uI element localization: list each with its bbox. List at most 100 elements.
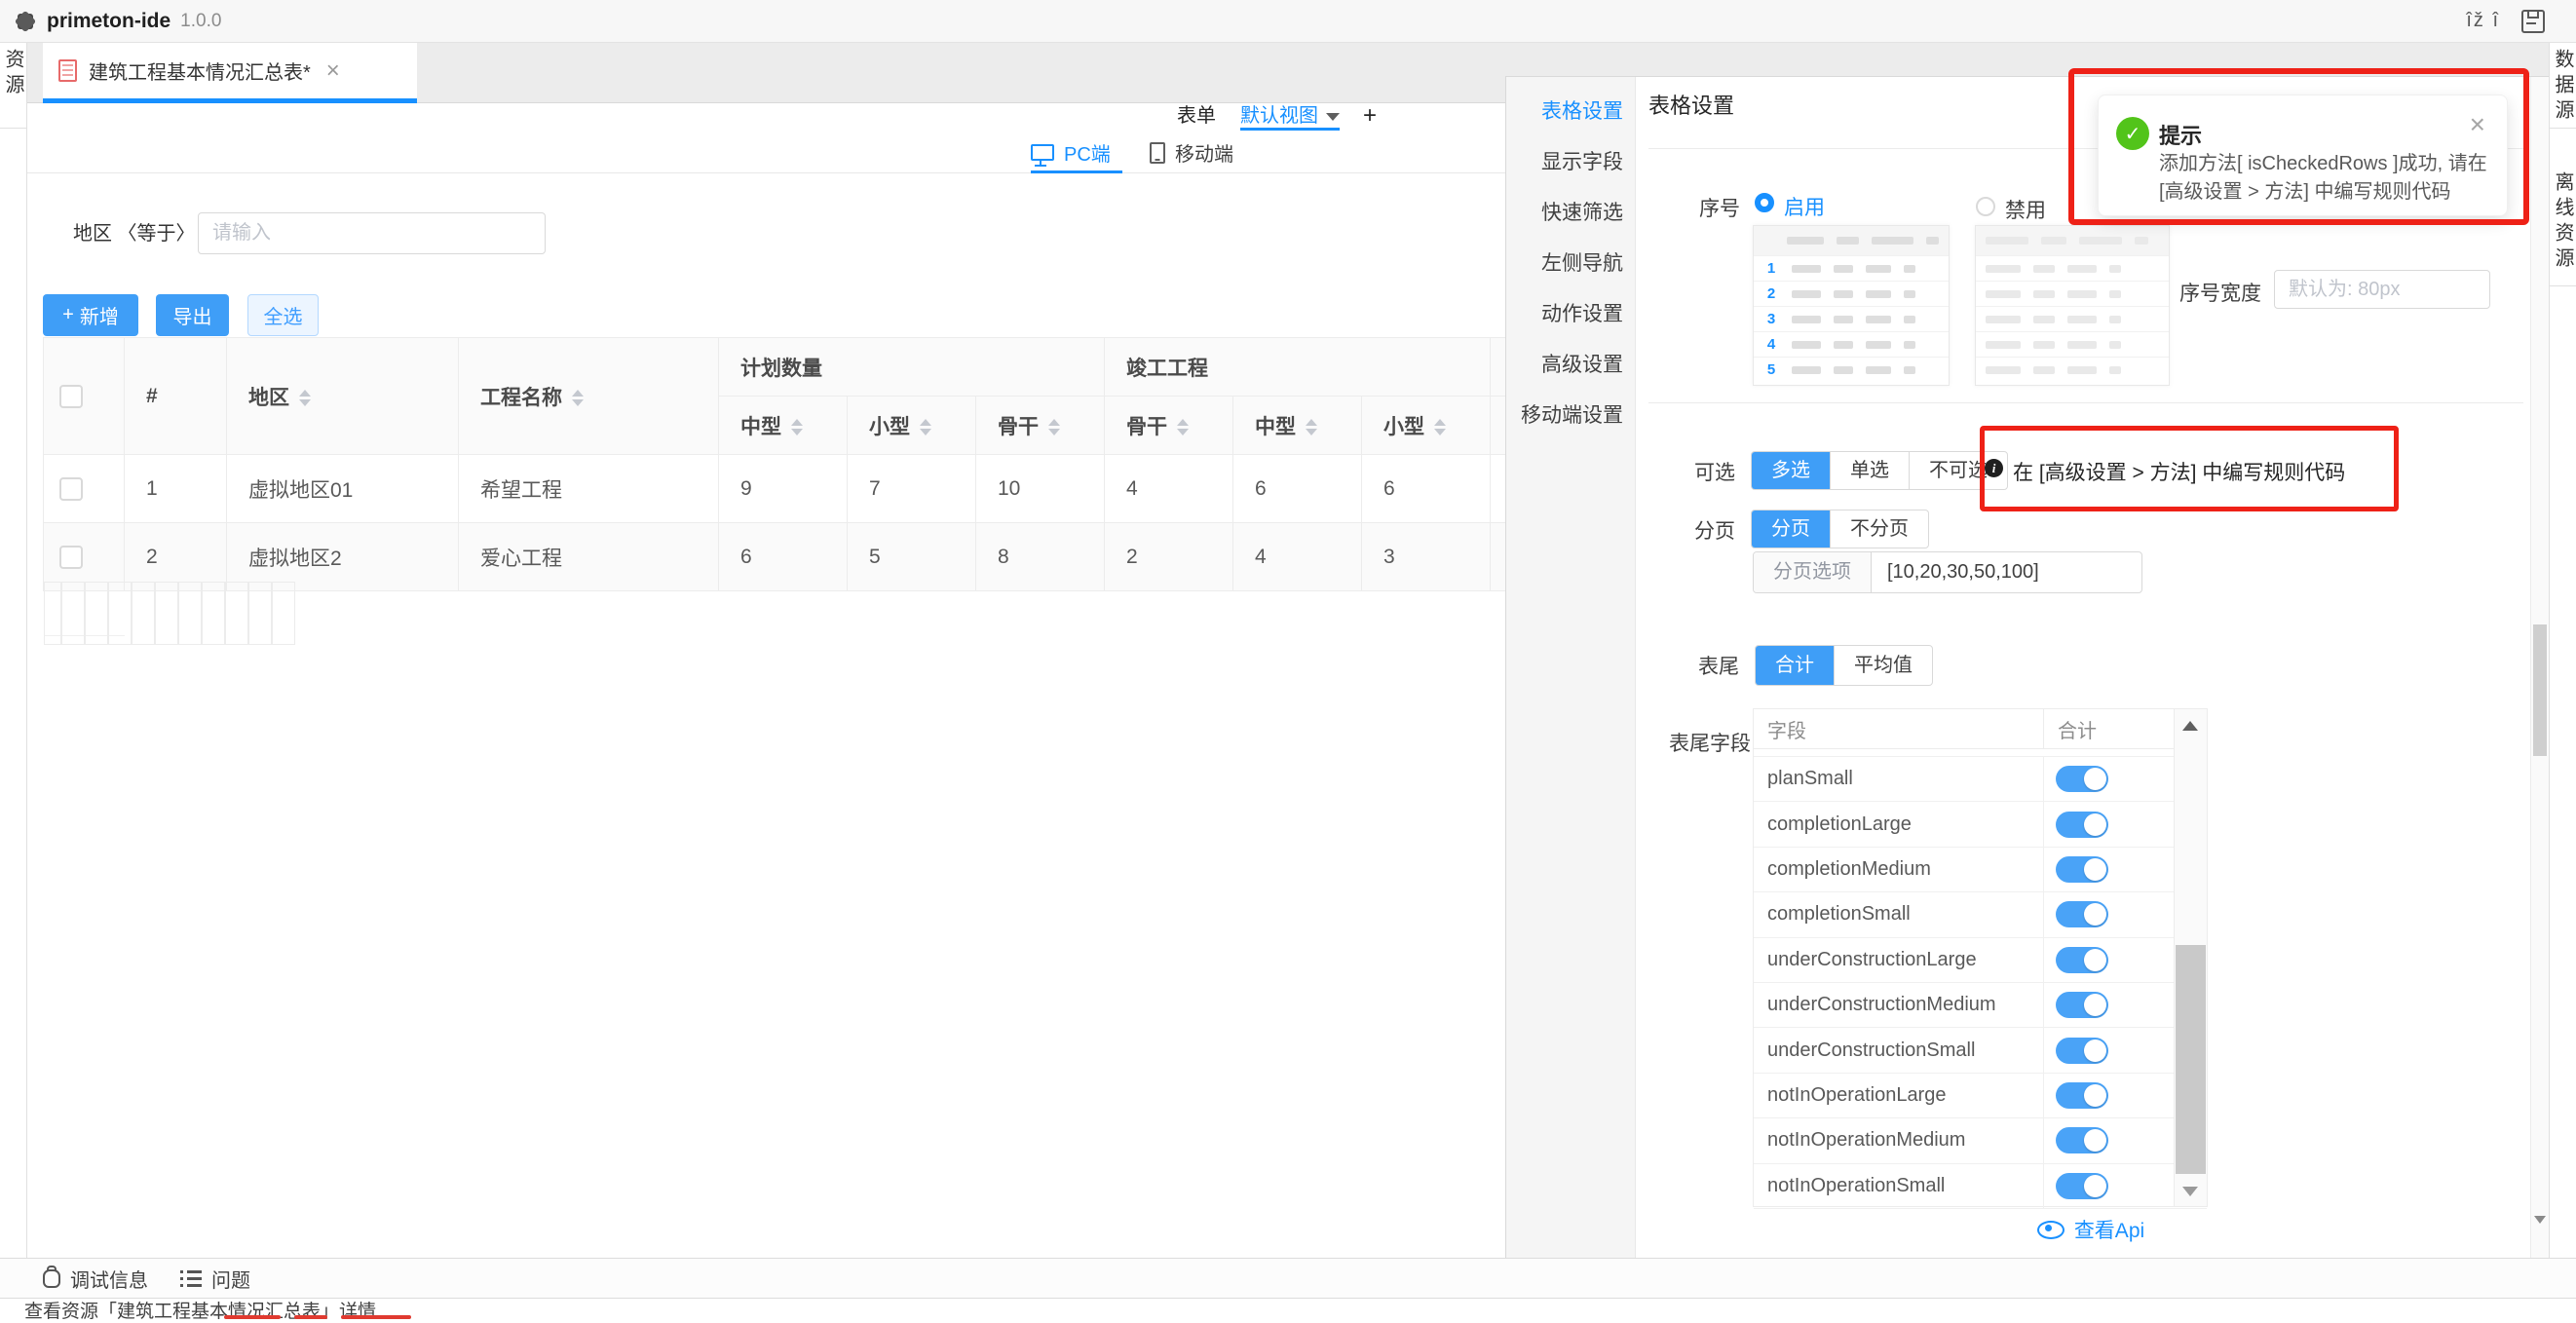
right-rail: 数据源 离线资源: [2549, 43, 2576, 1259]
table-footer-row: 合 - - - 15 12 18 6 10 9 6: [44, 591, 125, 636]
toast-close-icon[interactable]: ×: [2470, 111, 2485, 138]
pagination-label: 分页: [1648, 515, 1735, 545]
nav-action-settings[interactable]: 动作设置: [1506, 291, 1635, 342]
col-header-region[interactable]: 地区: [227, 338, 459, 455]
add-view-button[interactable]: +: [1363, 103, 1377, 129]
nav-display-fields[interactable]: 显示字段: [1506, 139, 1635, 190]
tab-mobile[interactable]: 移动端: [1150, 138, 1233, 167]
toggle-on[interactable]: [2056, 992, 2108, 1018]
cell-region: 虚拟地区2: [227, 523, 459, 591]
col-header-project[interactable]: 工程名称: [459, 338, 719, 455]
selectable-label: 可选: [1648, 457, 1735, 486]
segment-average[interactable]: 平均值: [1834, 646, 1932, 685]
nav-advanced-settings[interactable]: 高级设置: [1506, 342, 1635, 393]
table-row[interactable]: 2 虚拟地区2 爱心工程 6 5 8 2 4 3 2: [44, 523, 1510, 591]
footer-empty: -: [108, 582, 132, 645]
row-checkbox[interactable]: [59, 477, 83, 501]
col-field: 字段: [1754, 715, 2043, 743]
toggle-on[interactable]: [2056, 812, 2108, 838]
sub-header[interactable]: 小型: [1362, 397, 1491, 455]
chevron-down-icon[interactable]: [1326, 113, 1340, 121]
view-api-link[interactable]: 查看Api: [1974, 1215, 2208, 1244]
select-all-label: 全选: [264, 301, 303, 329]
nav-left-navigation[interactable]: 左侧导航: [1506, 241, 1635, 291]
nav-quick-filter[interactable]: 快速筛选: [1506, 190, 1635, 241]
document-tab[interactable]: 建筑工程基本情况汇总表* ×: [43, 43, 417, 103]
plus-icon: +: [62, 304, 74, 326]
debug-info-label: 调试信息: [70, 1265, 148, 1293]
tab-pc[interactable]: PC端: [1031, 138, 1111, 167]
tab-form[interactable]: 表单: [1177, 103, 1216, 129]
segment-unpaged[interactable]: 不分页: [1830, 510, 1928, 548]
save-icon[interactable]: [2521, 10, 2545, 33]
nav-table-settings[interactable]: 表格设置: [1506, 89, 1635, 139]
cell-value: 4: [1105, 455, 1233, 523]
select-all-checkbox[interactable]: [59, 385, 83, 408]
field-name: notInOperationMedium: [1754, 1129, 2043, 1152]
rail-resources[interactable]: 资源: [0, 49, 27, 128]
toggle-on[interactable]: [2056, 901, 2108, 927]
toggle-on[interactable]: [2056, 856, 2108, 883]
scrollbar-thumb[interactable]: [2176, 945, 2206, 1174]
problems-button[interactable]: 问题: [181, 1265, 250, 1293]
sort-icon[interactable]: [1434, 419, 1446, 435]
row-checkbox[interactable]: [59, 546, 83, 569]
sort-icon[interactable]: [1306, 419, 1317, 435]
sort-icon[interactable]: [572, 390, 584, 406]
nav-mobile-settings[interactable]: 移动端设置: [1506, 393, 1635, 443]
field-name: planSmall: [1754, 768, 2043, 790]
data-table: # 地区 工程名称 计划数量 竣工工程 在建工程 中型 小型 骨干 骨干 中型 …: [43, 337, 1509, 657]
sort-icon[interactable]: [920, 419, 931, 435]
radio-enable[interactable]: [1755, 193, 1774, 212]
segment-paged[interactable]: 分页: [1752, 510, 1830, 548]
sub-header[interactable]: 骨干: [976, 397, 1105, 455]
sort-icon[interactable]: [1048, 419, 1060, 435]
toggle-on[interactable]: [2056, 947, 2108, 973]
panel-scrollbar[interactable]: [2530, 77, 2549, 1259]
tab-default-view[interactable]: 默认视图: [1240, 103, 1340, 129]
left-rail: 资源: [0, 43, 27, 1259]
sort-icon[interactable]: [299, 390, 311, 406]
segment-single[interactable]: 单选: [1830, 452, 1909, 489]
segment-multi[interactable]: 多选: [1752, 452, 1830, 489]
toggle-on[interactable]: [2056, 1082, 2108, 1109]
sort-icon[interactable]: [1177, 419, 1189, 435]
toggle-on[interactable]: [2056, 1038, 2108, 1064]
footer-fields-table: 字段 合计 planSmall completionLarge completi…: [1753, 708, 2208, 1207]
add-button[interactable]: + 新增: [43, 294, 138, 336]
scroll-down-icon[interactable]: [2534, 1216, 2546, 1224]
field-name: completionMedium: [1754, 858, 2043, 881]
radio-disable-label[interactable]: 禁用: [2005, 195, 2046, 224]
table-footer-label: 表尾: [1651, 651, 1739, 680]
table-row[interactable]: 1 虚拟地区01 希望工程 9 7 10 4 6 6 4: [44, 455, 1510, 523]
rail-datasource[interactable]: 数据源: [2549, 49, 2576, 128]
scroll-up-icon[interactable]: [2182, 721, 2198, 731]
segment-total[interactable]: 合计: [1756, 646, 1834, 685]
scrollbar-thumb[interactable]: [2533, 624, 2547, 756]
debug-info-button[interactable]: 调试信息: [43, 1265, 148, 1293]
toggle-on[interactable]: [2056, 766, 2108, 792]
fields-scrollbar[interactable]: [2174, 709, 2207, 1206]
serial-width-input[interactable]: [2274, 270, 2490, 309]
cell-value: 6: [1362, 455, 1491, 523]
toggle-on[interactable]: [2056, 1173, 2108, 1199]
group-header-completion: 竣工工程: [1105, 338, 1491, 397]
sub-header[interactable]: 中型: [719, 397, 848, 455]
titlebar-glyph-icons[interactable]: îž î: [2466, 10, 2500, 32]
rail-offline-resources[interactable]: 离线资源: [2549, 171, 2576, 285]
scroll-down-icon[interactable]: [2182, 1187, 2198, 1196]
filter-input[interactable]: [198, 212, 546, 254]
pagination-options-input[interactable]: [1872, 552, 2127, 592]
radio-disable[interactable]: [1976, 197, 1995, 216]
toggle-on[interactable]: [2056, 1127, 2108, 1153]
cell-value: 5: [848, 523, 976, 591]
select-all-button[interactable]: 全选: [247, 294, 319, 336]
sub-header[interactable]: 小型: [848, 397, 976, 455]
sub-header[interactable]: 骨干: [1105, 397, 1233, 455]
sort-icon[interactable]: [791, 419, 803, 435]
export-button[interactable]: 导出: [156, 294, 229, 336]
radio-enable-label[interactable]: 启用: [1784, 192, 1825, 221]
tab-close-icon[interactable]: ×: [326, 61, 340, 81]
sub-header[interactable]: 中型: [1233, 397, 1362, 455]
table-footer-segmented: 合计 平均值: [1755, 645, 1933, 686]
